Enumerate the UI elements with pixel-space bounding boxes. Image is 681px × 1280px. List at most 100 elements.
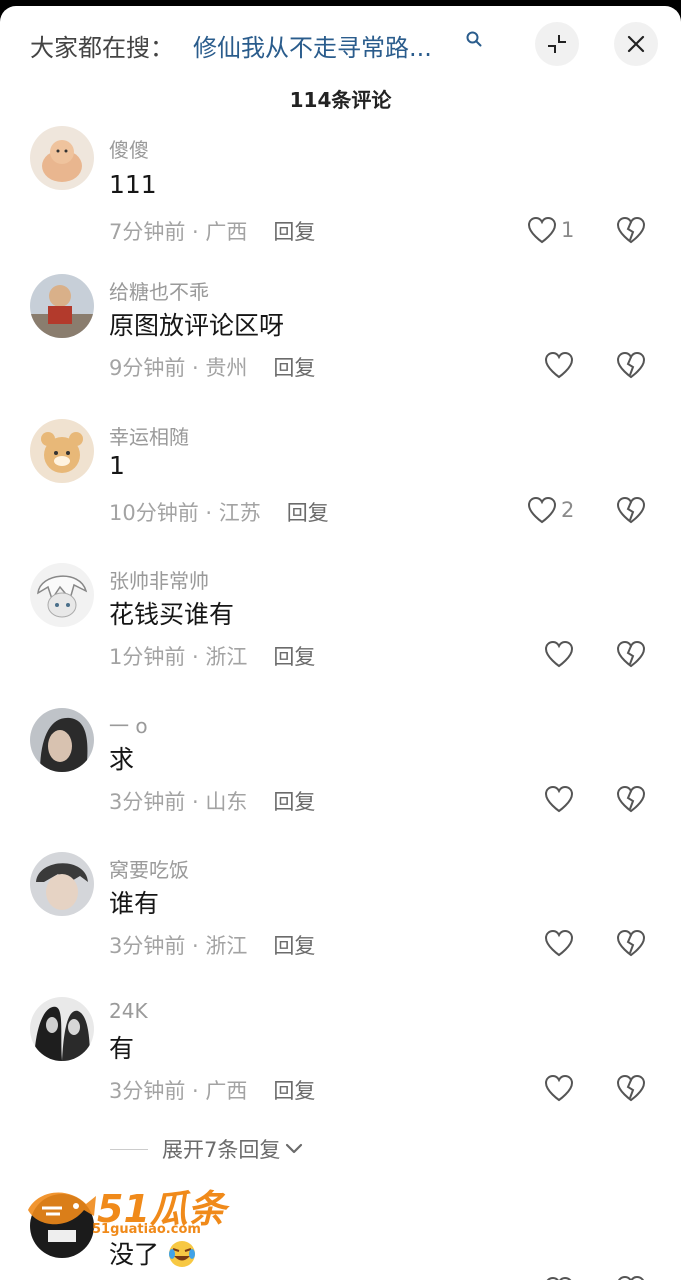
broken-heart-icon[interactable] (616, 1274, 646, 1280)
comment-text: 求 (109, 745, 135, 774)
comment-text: 111 (109, 170, 157, 199)
comment-meta: 10分钟前 · 江苏 回复 (109, 501, 329, 525)
comments-sheet: 大家都在搜： 修仙我从不走寻常路... 114条评论 傻傻 111 7分钟前 ·… (0, 6, 681, 1280)
comment-username[interactable]: 傻傻 (109, 134, 149, 163)
like-button[interactable] (544, 1072, 574, 1104)
comment-username[interactable]: 一 o (109, 710, 148, 739)
comment-text: 1 (109, 451, 125, 480)
comment-meta: 7分钟前 · 广西 回复 (109, 220, 316, 244)
like-button[interactable]: 2 (527, 494, 574, 526)
comment-count-title: 114条评论 (289, 88, 392, 112)
collapse-icon (548, 35, 566, 53)
reply-button[interactable]: 回复 (273, 220, 315, 244)
comment-time: 1分钟前 (109, 645, 186, 669)
comment-username[interactable]: 24K (109, 999, 148, 1023)
heart-icon (544, 929, 574, 957)
comment-location: 山东 (205, 790, 248, 814)
close-button[interactable] (614, 22, 658, 66)
search-icon[interactable] (465, 30, 483, 48)
heart-icon (544, 640, 574, 668)
comment-item: 张帅非常帅 花钱买谁有 1分钟前 · 浙江 回复 (0, 563, 681, 708)
heart-icon (546, 1276, 572, 1280)
comment-location: 浙江 (205, 645, 248, 669)
comment-time: 9分钟前 (109, 356, 186, 380)
broken-heart-icon[interactable] (616, 215, 646, 245)
like-button[interactable] (544, 927, 574, 959)
like-button[interactable]: 1 (527, 214, 574, 246)
comment-list[interactable]: 傻傻 111 7分钟前 · 广西 回复 1 给糖也不乖 原图放评论区呀 9分钟前 … (0, 124, 681, 1280)
comment-location: 贵州 (205, 356, 248, 380)
comment-item: 窝要吃饭 谁有 3分钟前 · 浙江 回复 (0, 852, 681, 997)
collapse-button[interactable] (535, 22, 579, 66)
comment-text: 花钱买谁有 (109, 600, 235, 629)
chevron-down-icon (286, 1143, 303, 1154)
fish-logo-icon (28, 1192, 96, 1225)
watermark-logo: 51瓜条 51guatiao.com (22, 1174, 234, 1244)
comment-item: 24K 有 3分钟前 · 广西 回复 (0, 997, 681, 1142)
comment-location: 广西 (205, 220, 248, 244)
watermark-url: 51guatiao.com (92, 1222, 201, 1237)
comment-time: 3分钟前 (109, 790, 186, 814)
reply-button[interactable]: 回复 (273, 1079, 315, 1103)
expand-replies-label: 展开7条回复 (162, 1138, 281, 1162)
avatar[interactable] (30, 563, 94, 627)
comment-meta: 9分钟前 · 贵州 回复 (109, 356, 316, 380)
like-button[interactable] (544, 1274, 574, 1280)
like-button[interactable] (544, 638, 574, 670)
comment-text: 谁有 (109, 889, 160, 918)
reply-button[interactable]: 回复 (287, 501, 329, 525)
comment-location: 广西 (205, 1079, 248, 1103)
broken-heart-icon[interactable] (616, 639, 646, 669)
comment-time: 10分钟前 (109, 501, 199, 525)
heart-icon (527, 496, 557, 524)
like-button[interactable] (544, 349, 574, 381)
comment-username[interactable]: 窝要吃饭 (109, 854, 189, 883)
reply-button[interactable]: 回复 (273, 645, 315, 669)
comment-meta: 3分钟前 · 山东 回复 (109, 790, 316, 814)
comment-time: 3分钟前 (109, 934, 186, 958)
comment-text-value: 没了 (109, 1240, 160, 1269)
search-prefix: 大家都在搜： (30, 34, 174, 62)
close-icon (627, 35, 645, 53)
like-button[interactable] (544, 783, 574, 815)
reply-button[interactable]: 回复 (273, 356, 315, 380)
comment-location: 浙江 (205, 934, 248, 958)
like-count: 2 (561, 498, 575, 522)
top-bar: 大家都在搜： 修仙我从不走寻常路... (0, 6, 681, 86)
avatar[interactable] (30, 997, 94, 1061)
comment-item: 幸运相随 1 10分钟前 · 江苏 回复 2 (0, 419, 681, 564)
heart-icon (544, 785, 574, 813)
avatar[interactable] (30, 274, 94, 338)
broken-heart-icon[interactable] (616, 1073, 646, 1103)
heart-icon (544, 351, 574, 379)
comment-item: 给糖也不乖 原图放评论区呀 9分钟前 · 贵州 回复 (0, 274, 681, 419)
broken-heart-icon[interactable] (616, 928, 646, 958)
comment-item: 一 o 求 3分钟前 · 山东 回复 (0, 708, 681, 853)
reply-button[interactable]: 回复 (273, 790, 315, 814)
search-suggestion-link[interactable]: 修仙我从不走寻常路... (193, 28, 432, 63)
comment-location: 江苏 (218, 501, 261, 525)
broken-heart-icon[interactable] (616, 784, 646, 814)
comment-meta: 3分钟前 · 广西 回复 (109, 1079, 316, 1103)
heart-icon (527, 216, 557, 244)
avatar[interactable] (30, 126, 94, 190)
broken-heart-icon[interactable] (616, 350, 646, 380)
comment-username[interactable]: 给糖也不乖 (109, 276, 209, 305)
avatar[interactable] (30, 419, 94, 483)
comment-time: 3分钟前 (109, 1079, 186, 1103)
comment-item: 傻傻 111 7分钟前 · 广西 回复 1 (0, 126, 681, 281)
avatar[interactable] (30, 708, 94, 772)
broken-heart-icon[interactable] (616, 495, 646, 525)
heart-icon (544, 1074, 574, 1102)
comment-text: 有 (109, 1034, 135, 1063)
comment-username[interactable]: 幸运相随 (109, 421, 189, 450)
expand-replies-button[interactable]: 展开7条回复 (110, 1134, 304, 1164)
comment-username[interactable]: 张帅非常帅 (109, 565, 209, 594)
avatar[interactable] (30, 852, 94, 916)
divider (110, 1148, 148, 1150)
comment-meta: 1分钟前 · 浙江 回复 (109, 645, 316, 669)
comment-meta: 3分钟前 · 浙江 回复 (109, 934, 316, 958)
like-count: 1 (561, 218, 575, 242)
reply-button[interactable]: 回复 (273, 934, 315, 958)
comment-text: 原图放评论区呀 (109, 311, 285, 340)
